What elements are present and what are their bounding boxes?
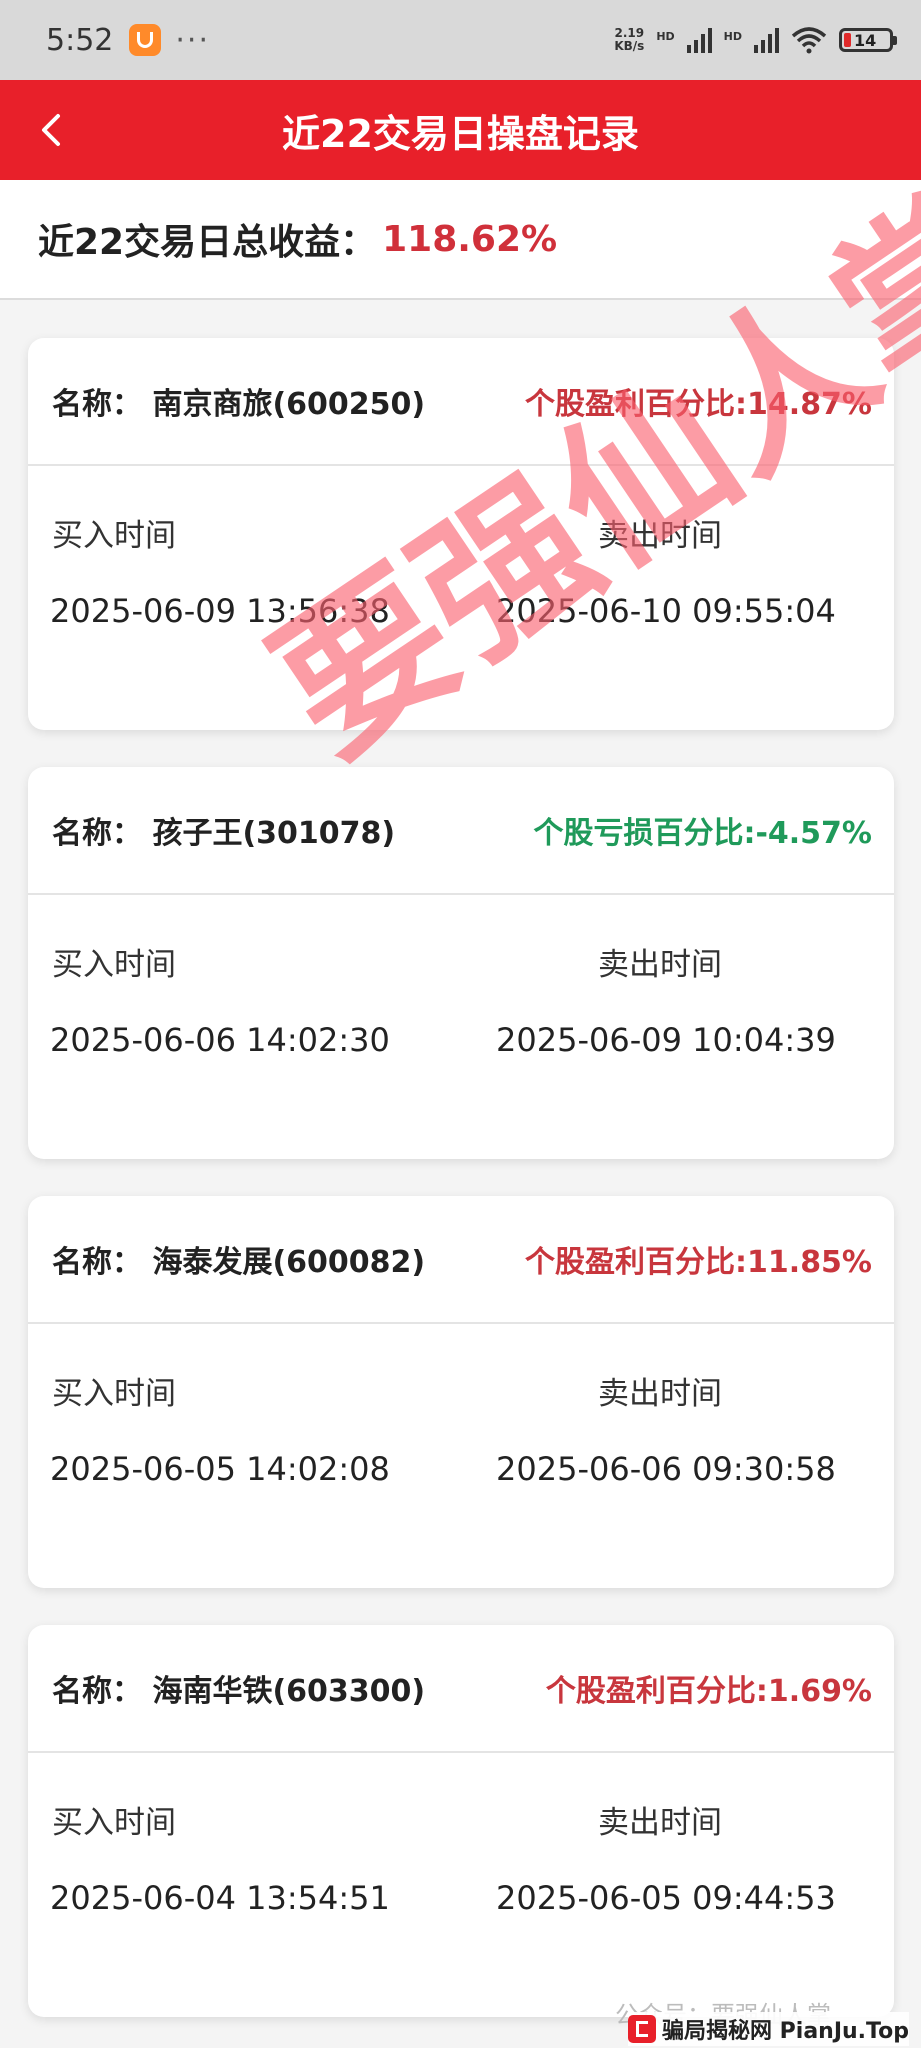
buy-time-label: 买入时间 bbox=[52, 1805, 176, 1841]
clock: 5:52 bbox=[46, 22, 114, 58]
card-body: 买入时间 卖出时间 2025-06-04 13:54:51 2025-06-05… bbox=[28, 1753, 894, 2015]
back-arrow-icon[interactable] bbox=[32, 108, 76, 152]
hd-label-2: HD bbox=[723, 30, 742, 43]
title-bar: 近22交易日操盘记录 bbox=[0, 80, 921, 180]
sell-time: 2025-06-10 09:55:04 bbox=[496, 592, 836, 630]
app-notification-icon bbox=[129, 24, 162, 56]
buy-time: 2025-06-09 13:56:38 bbox=[50, 592, 390, 630]
status-icons: 2.19 KB/s HD HD 14 bbox=[614, 26, 897, 54]
trade-record-card[interactable]: 名称： 孩子王(301078) 个股亏损百分比:-4.57% 买入时间 卖出时间… bbox=[28, 767, 894, 1159]
buy-time-label: 买入时间 bbox=[52, 518, 176, 554]
wifi-icon bbox=[791, 27, 827, 54]
trade-record-card[interactable]: 名称： 南京商旅(600250) 个股盈利百分比:14.87% 买入时间 卖出时… bbox=[28, 338, 894, 730]
site-brand-watermark: 骗局揭秘网 PianJu.Top bbox=[628, 2012, 909, 2046]
total-return-label: 近22交易日总收益： bbox=[38, 222, 377, 263]
card-header: 名称： 南京商旅(600250) 个股盈利百分比:14.87% bbox=[28, 338, 894, 466]
hd-label-1: HD bbox=[656, 30, 675, 43]
profit-percentage: 个股盈利百分比:1.69% bbox=[545, 1674, 872, 1709]
sell-time: 2025-06-05 09:44:53 bbox=[496, 1879, 836, 1917]
card-body: 买入时间 卖出时间 2025-06-09 13:56:38 2025-06-10… bbox=[28, 466, 894, 728]
buy-time: 2025-06-06 14:02:30 bbox=[50, 1021, 390, 1059]
loss-percentage: 个股亏损百分比:-4.57% bbox=[533, 816, 872, 851]
profit-percentage: 个股盈利百分比:14.87% bbox=[525, 387, 872, 422]
profit-percentage: 个股盈利百分比:11.85% bbox=[525, 1245, 872, 1280]
sell-time-label: 卖出时间 bbox=[598, 1805, 722, 1841]
sell-time: 2025-06-09 10:04:39 bbox=[496, 1021, 836, 1059]
card-header: 名称： 海泰发展(600082) 个股盈利百分比:11.85% bbox=[28, 1196, 894, 1324]
sell-time-label: 卖出时间 bbox=[598, 1376, 722, 1412]
signal-icon bbox=[686, 27, 712, 53]
buy-time-label: 买入时间 bbox=[52, 947, 176, 983]
more-notifications-icon: ··· bbox=[175, 22, 210, 58]
page-title: 近22交易日操盘记录 bbox=[282, 111, 639, 156]
stock-name: 名称： 南京商旅(600250) bbox=[52, 387, 426, 422]
network-speed: 2.19 KB/s bbox=[614, 26, 645, 53]
buy-time: 2025-06-04 13:54:51 bbox=[50, 1879, 390, 1917]
signal-icon-2 bbox=[754, 27, 779, 53]
card-header: 名称： 孩子王(301078) 个股亏损百分比:-4.57% bbox=[28, 767, 894, 895]
stock-name: 名称： 海南华铁(603300) bbox=[52, 1674, 426, 1709]
card-body: 买入时间 卖出时间 2025-06-05 14:02:08 2025-06-06… bbox=[28, 1324, 894, 1586]
battery-icon: 14 bbox=[839, 28, 897, 52]
buy-time: 2025-06-05 14:02:08 bbox=[50, 1450, 390, 1488]
buy-time-label: 买入时间 bbox=[52, 1376, 176, 1412]
stock-name: 名称： 孩子王(301078) bbox=[52, 816, 396, 851]
stock-name: 名称： 海泰发展(600082) bbox=[52, 1245, 426, 1280]
battery-level: 14 bbox=[854, 30, 877, 50]
card-body: 买入时间 卖出时间 2025-06-06 14:02:30 2025-06-09… bbox=[28, 895, 894, 1157]
total-return-summary: 近22交易日总收益： 118.62% bbox=[0, 180, 921, 300]
trade-record-card[interactable]: 名称： 海南华铁(603300) 个股盈利百分比:1.69% 买入时间 卖出时间… bbox=[28, 1625, 894, 2017]
sell-time: 2025-06-06 09:30:58 bbox=[496, 1450, 836, 1488]
total-return-value: 118.62% bbox=[382, 218, 558, 260]
brand-text: 骗局揭秘网 PianJu.Top bbox=[662, 2019, 909, 2044]
sell-time-label: 卖出时间 bbox=[598, 518, 722, 554]
card-header: 名称： 海南华铁(603300) 个股盈利百分比:1.69% bbox=[28, 1625, 894, 1753]
sell-time-label: 卖出时间 bbox=[598, 947, 722, 983]
trade-record-card[interactable]: 名称： 海泰发展(600082) 个股盈利百分比:11.85% 买入时间 卖出时… bbox=[28, 1196, 894, 1588]
status-bar: 5:52 ··· 2.19 KB/s HD HD 14 bbox=[0, 0, 921, 80]
brand-logo-icon bbox=[628, 2015, 656, 2043]
